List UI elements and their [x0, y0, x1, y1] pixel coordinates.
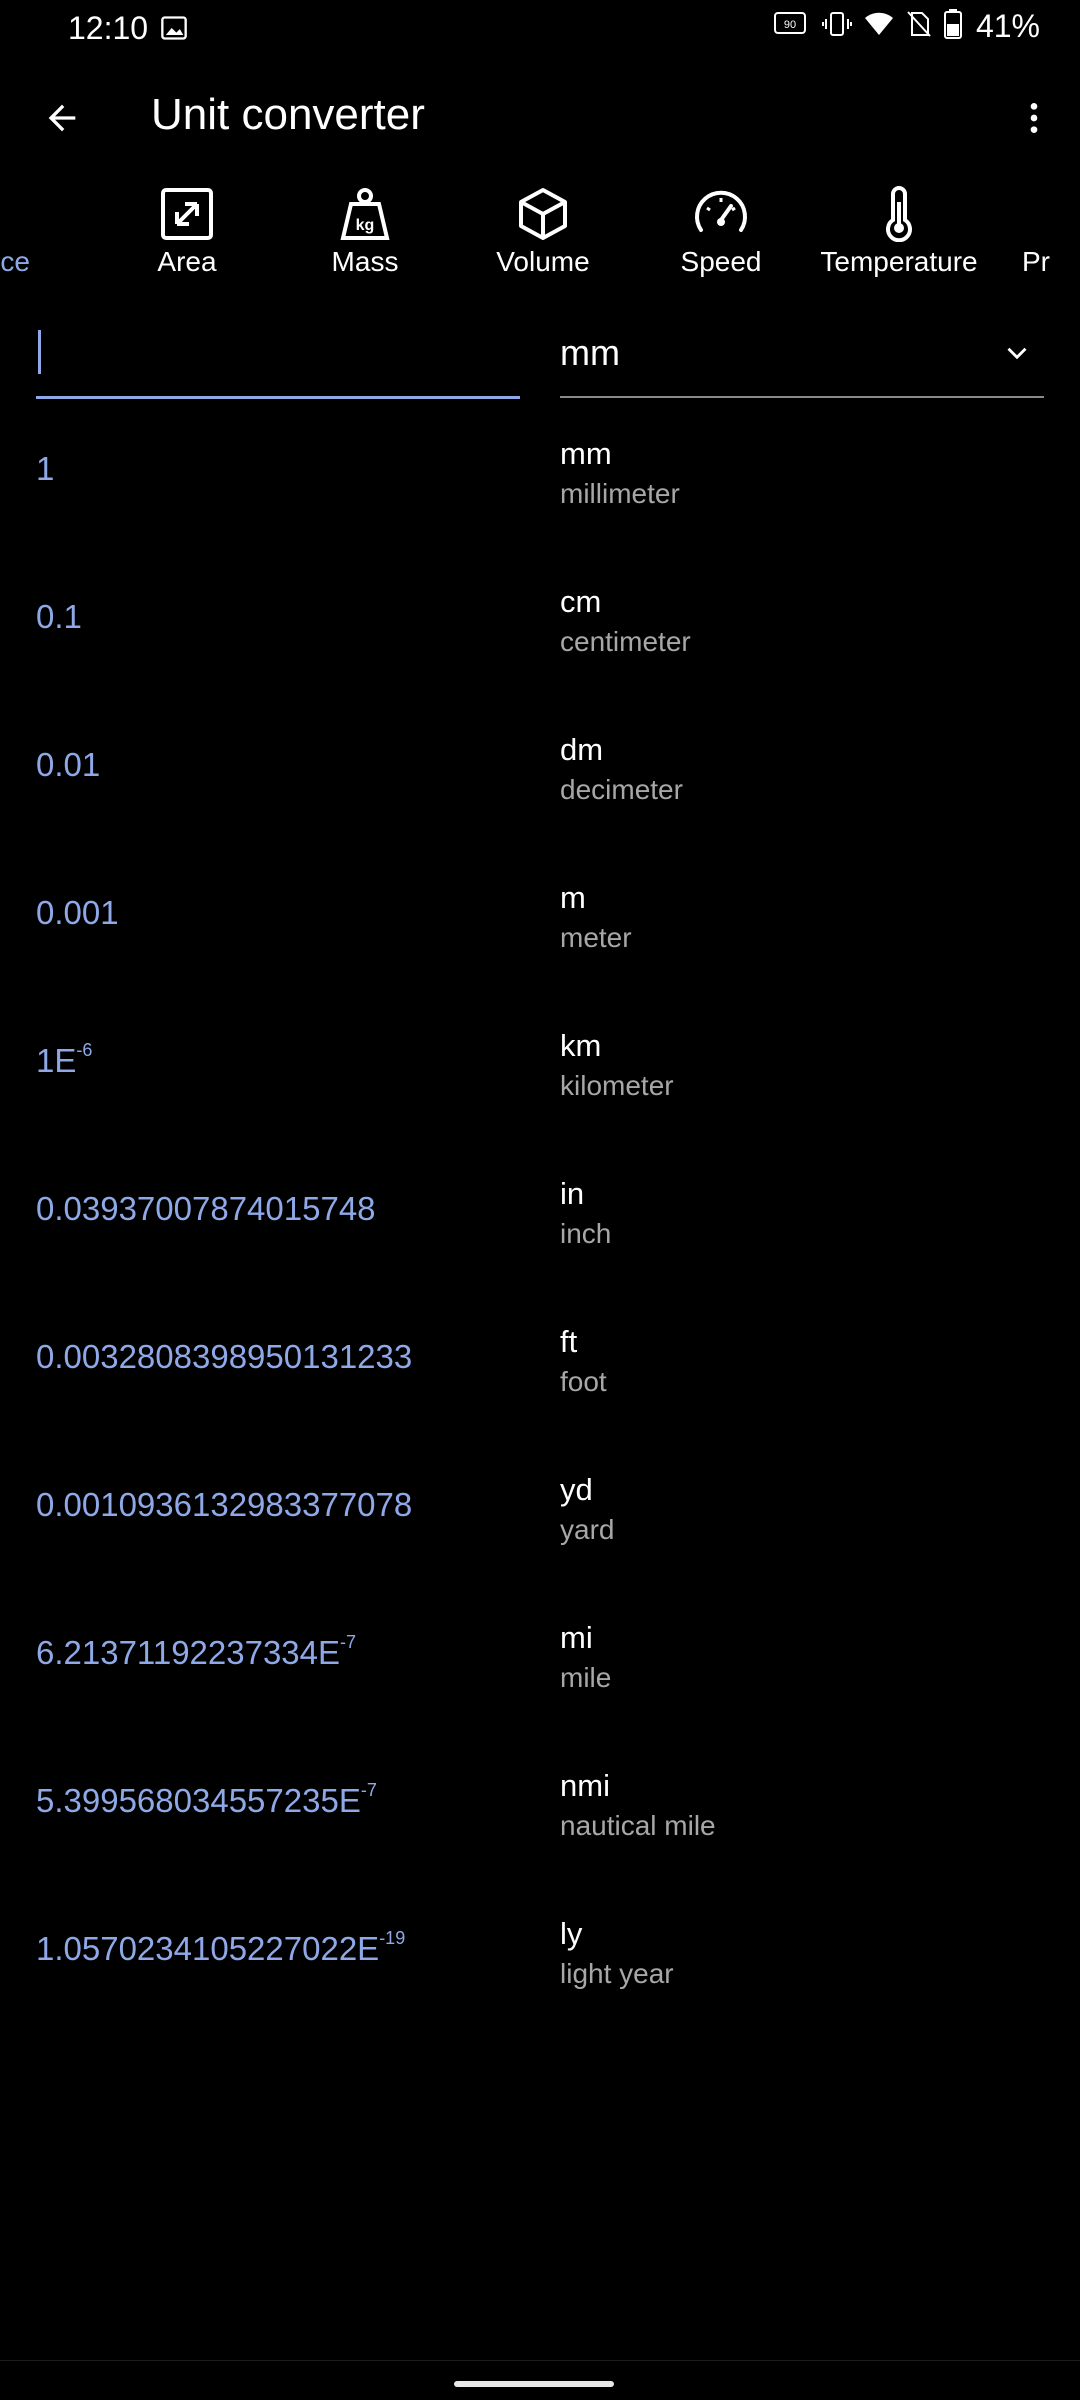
unit-abbr: mm: [560, 436, 612, 471]
converted-value: 1E-6: [36, 1040, 93, 1079]
converted-value: 0.0032808398950131233: [36, 1338, 413, 1375]
unit-abbr: nmi: [560, 1768, 610, 1803]
unit-name: centimeter: [560, 626, 691, 657]
unit-name: yard: [560, 1514, 615, 1545]
converted-value: 5.399568034557235E-7: [36, 1780, 377, 1819]
svg-text:90: 90: [784, 19, 796, 31]
unit-abbr: km: [560, 1028, 602, 1063]
list-item[interactable]: 0.03937007874015748 in inch: [0, 1140, 1080, 1288]
unit-name: kilometer: [560, 1070, 674, 1101]
vibrate-icon: [821, 10, 852, 43]
list-item[interactable]: 0.0010936132983377078 yd yard: [0, 1436, 1080, 1584]
tab-mass[interactable]: kg Mass: [275, 180, 455, 300]
unit-abbr: yd: [560, 1472, 593, 1507]
unit-abbr: ft: [560, 1324, 578, 1359]
chevron-down-icon: [1007, 347, 1027, 360]
unit-name: meter: [560, 922, 632, 953]
more-vert-icon: [1030, 103, 1038, 133]
list-item[interactable]: 5.399568034557235E-7 nmi nautical mile: [0, 1732, 1080, 1880]
back-button[interactable]: [30, 86, 94, 150]
unit-abbr: cm: [560, 584, 602, 619]
converted-value: 6.21371192237334E-7: [36, 1632, 357, 1671]
app-bar: Unit converter: [0, 70, 1080, 162]
page-title: Unit converter: [151, 90, 425, 139]
tab-label: Area: [157, 246, 217, 277]
unit-abbr: ly: [560, 1916, 583, 1951]
unit-name: decimeter: [560, 774, 683, 805]
battery-percent: 41%: [975, 8, 1040, 44]
unit-dropdown[interactable]: mm: [560, 318, 1044, 398]
unit-name: inch: [560, 1218, 612, 1249]
tab-volume[interactable]: Volume: [453, 180, 633, 300]
converted-value: 0.1: [36, 598, 82, 635]
unit-abbr: m: [560, 880, 586, 915]
area-icon: [161, 188, 213, 240]
unit-name: light year: [560, 1958, 674, 1989]
status-time: 12:10: [68, 10, 149, 46]
value-input-wrapper: [36, 318, 520, 399]
value-input[interactable]: [36, 318, 520, 378]
text-cursor: [38, 330, 41, 374]
converted-value: 1.0570234105227022E-19: [36, 1928, 406, 1967]
converted-value: 0.03937007874015748: [36, 1190, 376, 1227]
unit-name: foot: [560, 1366, 607, 1397]
tab-area[interactable]: Area: [97, 180, 277, 300]
tab-length[interactable]: ce: [0, 180, 90, 300]
unit-abbr: dm: [560, 732, 604, 767]
unit-name: millimeter: [560, 478, 680, 509]
tab-temperature[interactable]: Temperature: [809, 180, 989, 300]
image-notification-icon: [160, 14, 188, 47]
speed-icon: [695, 190, 747, 232]
list-item[interactable]: 0.001 m meter: [0, 844, 1080, 992]
unit-name: mile: [560, 1662, 612, 1693]
status-bar: 12:10 90 41%: [0, 0, 1080, 56]
home-gesture-handle[interactable]: [454, 2381, 614, 2387]
tab-pressure[interactable]: Pr: [1022, 180, 1080, 300]
svg-text:kg: kg: [356, 217, 375, 234]
selected-unit: mm: [560, 332, 620, 373]
category-tabs: ce Area kg Mass Volume Speed Temperature…: [0, 180, 1080, 300]
unit-name: nautical mile: [560, 1810, 716, 1841]
converted-value: 0.0010936132983377078: [36, 1486, 413, 1523]
nav-divider: [0, 2360, 1080, 2361]
unit-abbr: mi: [560, 1620, 593, 1655]
more-options-button[interactable]: [1002, 86, 1066, 150]
arrow-back-icon: [48, 104, 76, 132]
tab-speed[interactable]: Speed: [631, 180, 811, 300]
converted-value: 1: [36, 450, 55, 487]
list-item[interactable]: 0.01 dm decimeter: [0, 696, 1080, 844]
list-item[interactable]: 1 mm millimeter: [0, 400, 1080, 548]
tab-label: Temperature: [820, 246, 978, 277]
tab-label: Pr: [1022, 246, 1050, 277]
thermometer-icon: [886, 186, 912, 242]
wifi-icon: [864, 10, 894, 43]
battery-icon: [943, 9, 962, 44]
list-item[interactable]: 0.0032808398950131233 ft foot: [0, 1288, 1080, 1436]
tab-label: Mass: [331, 246, 399, 277]
no-sim-icon: [906, 10, 932, 43]
status-icons: 90 41%: [773, 8, 1040, 45]
volume-icon: [519, 188, 567, 240]
list-item[interactable]: 1E-6 km kilometer: [0, 992, 1080, 1140]
list-item[interactable]: 6.21371192237334E-7 mi mile: [0, 1584, 1080, 1732]
tab-label: Speed: [680, 246, 762, 277]
converted-value: 0.01: [36, 746, 101, 783]
converted-value: 0.001: [36, 894, 119, 931]
unit-abbr: in: [560, 1176, 585, 1211]
mass-icon: kg: [340, 188, 390, 240]
list-item[interactable]: 1.0570234105227022E-19 ly light year: [0, 1880, 1080, 2028]
list-item[interactable]: 0.1 cm centimeter: [0, 548, 1080, 696]
tab-label: ce: [0, 246, 30, 277]
tab-label: Volume: [496, 246, 590, 277]
refresh-rate-icon: 90: [773, 10, 810, 43]
